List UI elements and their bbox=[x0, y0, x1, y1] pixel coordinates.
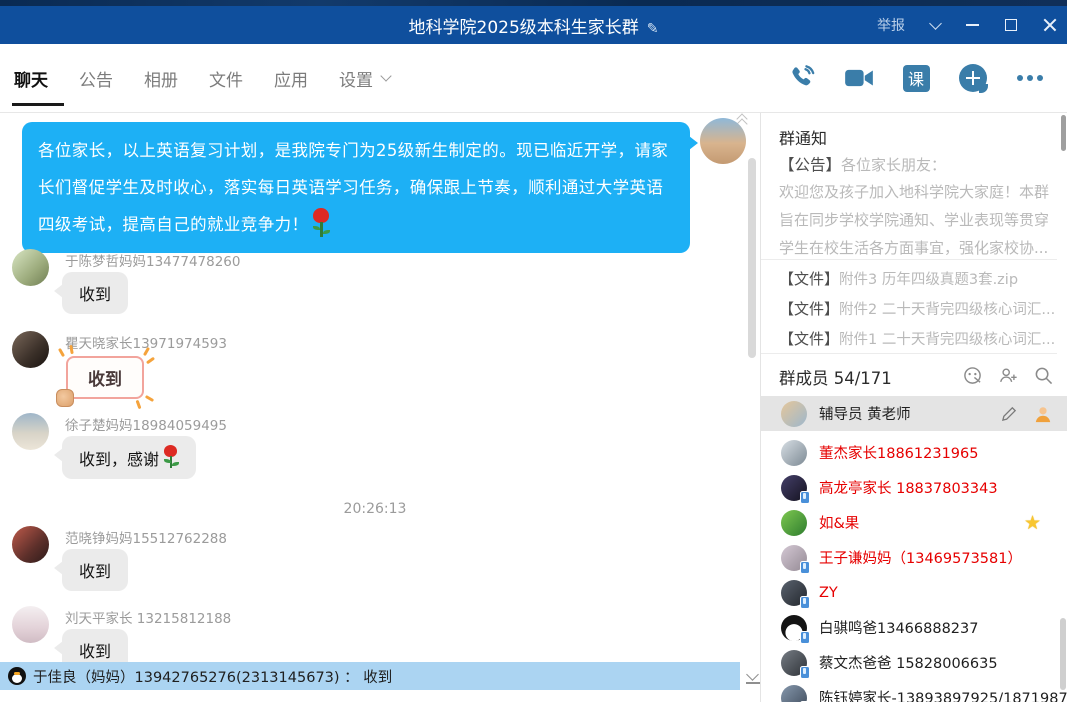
file-item[interactable]: 【文件】附件3 历年四级真题3套.zip bbox=[779, 268, 1018, 289]
message-bubble[interactable]: 收到 bbox=[62, 549, 128, 591]
notice-header[interactable]: 【公告】各位家长朋友： bbox=[779, 153, 946, 175]
search-member-icon[interactable] bbox=[1034, 366, 1053, 385]
avatar bbox=[781, 475, 807, 501]
own-message-text: 各位家长，以上英语复习计划，是我院专门为25级新生制定的。现已临近开学，请家长们… bbox=[38, 141, 668, 234]
titlebar: 地科学院2025级本科生家长群 ✎ 举报 bbox=[0, 6, 1067, 44]
chevron-down-icon bbox=[380, 70, 391, 81]
class-course-icon[interactable]: 课 bbox=[901, 63, 931, 93]
avatar[interactable] bbox=[12, 331, 49, 368]
qq-penguin-icon bbox=[8, 667, 26, 685]
members-count-header: 群成员 54/171 bbox=[779, 365, 892, 389]
group-notice-title: 群通知 bbox=[779, 125, 827, 149]
avatar bbox=[781, 401, 807, 427]
latest-message-bar[interactable]: 于佳良（妈妈）13942765276(2313145673) ： 收到 bbox=[0, 662, 740, 690]
video-call-icon[interactable] bbox=[844, 63, 874, 93]
chat-panel: 各位家长，以上英语复习计划，是我院专门为25级新生制定的。现已临近开学，请家长们… bbox=[0, 113, 760, 662]
avatar[interactable] bbox=[12, 249, 49, 286]
member-row[interactable]: 如&果 ★ bbox=[761, 505, 1057, 540]
avatar[interactable] bbox=[12, 606, 49, 643]
member-row-owner[interactable]: 辅导员 黄老师 bbox=[761, 396, 1067, 431]
mobile-online-badge bbox=[800, 666, 810, 679]
mobile-online-badge bbox=[800, 491, 810, 504]
avatar bbox=[781, 580, 807, 606]
latest-message-text: 于佳良（妈妈）13942765276(2313145673) ： 收到 bbox=[33, 666, 392, 687]
chat-scrollbar[interactable] bbox=[748, 158, 756, 358]
maximize-button[interactable] bbox=[1005, 19, 1017, 31]
notice-line: 学生在校生活各方面事宜，强化家校协... bbox=[779, 237, 1048, 258]
sender-name: 范晓铮妈妈15512762288 bbox=[65, 527, 227, 547]
group-title-text: 地科学院2025级本科生家长群 bbox=[409, 18, 639, 38]
notice-scrollbar[interactable] bbox=[1061, 115, 1066, 151]
tab-files[interactable]: 文件 bbox=[209, 44, 243, 112]
more-options-icon[interactable] bbox=[1015, 63, 1045, 93]
edit-title-icon[interactable]: ✎ bbox=[647, 21, 659, 37]
member-row[interactable]: 高龙亭家长 18837803343 bbox=[761, 470, 1057, 505]
chevron-down-icon[interactable] bbox=[929, 17, 942, 30]
tab-bar: 聊天 公告 相册 文件 应用 设置 课 bbox=[0, 44, 1067, 113]
edit-card-icon[interactable] bbox=[1001, 405, 1018, 422]
mute-member-icon[interactable] bbox=[963, 366, 982, 385]
notice-line: 旨在同步学校学院通知、学业表现等贯穿 bbox=[779, 209, 1049, 230]
member-row[interactable]: 王子谦妈妈（13469573581） bbox=[761, 540, 1057, 575]
member-row[interactable]: 陈钰婷家长-13893897925/1871987 bbox=[761, 680, 1057, 702]
member-row[interactable]: ZY bbox=[761, 575, 1057, 610]
sender-name: 于陈梦哲妈妈13477478260 bbox=[65, 250, 240, 270]
file-item[interactable]: 【文件】附件2 二十天背完四级核心词汇... bbox=[779, 298, 1055, 319]
tab-album[interactable]: 相册 bbox=[144, 44, 178, 112]
report-button[interactable]: 举报 bbox=[877, 15, 905, 35]
star-badge-icon: ★ bbox=[1024, 512, 1041, 534]
tab-chat[interactable]: 聊天 bbox=[14, 44, 48, 112]
sidebar: 群通知 【公告】各位家长朋友： 欢迎您及孩子加入地科学院大家庭！本群 旨在同步学… bbox=[760, 113, 1067, 702]
tab-settings[interactable]: 设置 bbox=[339, 44, 390, 112]
message-bubble[interactable]: 收到 bbox=[62, 629, 128, 662]
notice-line: 欢迎您及孩子加入地科学院大家庭！本群 bbox=[779, 181, 1049, 202]
sender-name: 徐子楚妈妈18984059495 bbox=[65, 414, 227, 434]
own-avatar[interactable] bbox=[700, 118, 746, 164]
message-bubble[interactable]: 收到，感谢 bbox=[62, 436, 196, 479]
file-item[interactable]: 【文件】附件1 二十天背完四级核心词汇... bbox=[779, 328, 1055, 349]
close-button[interactable] bbox=[1043, 18, 1057, 32]
sender-name: 刘天平家长 13215812188 bbox=[65, 607, 231, 627]
member-row[interactable]: 蔡文杰爸爸 15828006635 bbox=[761, 645, 1057, 680]
avatar bbox=[781, 545, 807, 571]
fist-emoji bbox=[56, 389, 74, 407]
voice-call-icon[interactable] bbox=[787, 63, 817, 93]
expand-messages-icon[interactable] bbox=[746, 670, 760, 682]
mobile-online-badge bbox=[800, 596, 810, 609]
mobile-online-badge bbox=[800, 561, 810, 574]
sticker-message[interactable]: 收到 bbox=[66, 356, 144, 399]
rose-emoji bbox=[312, 208, 332, 238]
add-member-icon[interactable] bbox=[998, 366, 1018, 385]
mobile-online-badge bbox=[800, 631, 810, 644]
add-plus-icon[interactable] bbox=[958, 63, 988, 93]
avatar[interactable] bbox=[12, 413, 49, 450]
member-row[interactable]: 董杰家长18861231965 bbox=[761, 435, 1057, 470]
message-bubble[interactable]: 收到 bbox=[62, 272, 128, 314]
avatar bbox=[781, 510, 807, 536]
tab-apps[interactable]: 应用 bbox=[274, 44, 308, 112]
owner-person-icon bbox=[1034, 405, 1052, 423]
minimize-button[interactable] bbox=[966, 24, 979, 26]
tab-announcements[interactable]: 公告 bbox=[79, 44, 113, 112]
member-row[interactable]: 白骐鸣爸13466888237 bbox=[761, 610, 1057, 645]
member-list-scrollbar[interactable] bbox=[1060, 618, 1066, 690]
avatar bbox=[781, 440, 807, 466]
own-message-bubble[interactable]: 各位家长，以上英语复习计划，是我院专门为25级新生制定的。现已临近开学，请家长们… bbox=[22, 122, 690, 253]
avatar bbox=[781, 615, 807, 641]
avatar[interactable] bbox=[12, 526, 49, 563]
avatar bbox=[781, 685, 807, 702]
timestamp: 20:26:13 bbox=[0, 501, 750, 517]
rose-emoji bbox=[163, 445, 179, 469]
avatar bbox=[781, 650, 807, 676]
